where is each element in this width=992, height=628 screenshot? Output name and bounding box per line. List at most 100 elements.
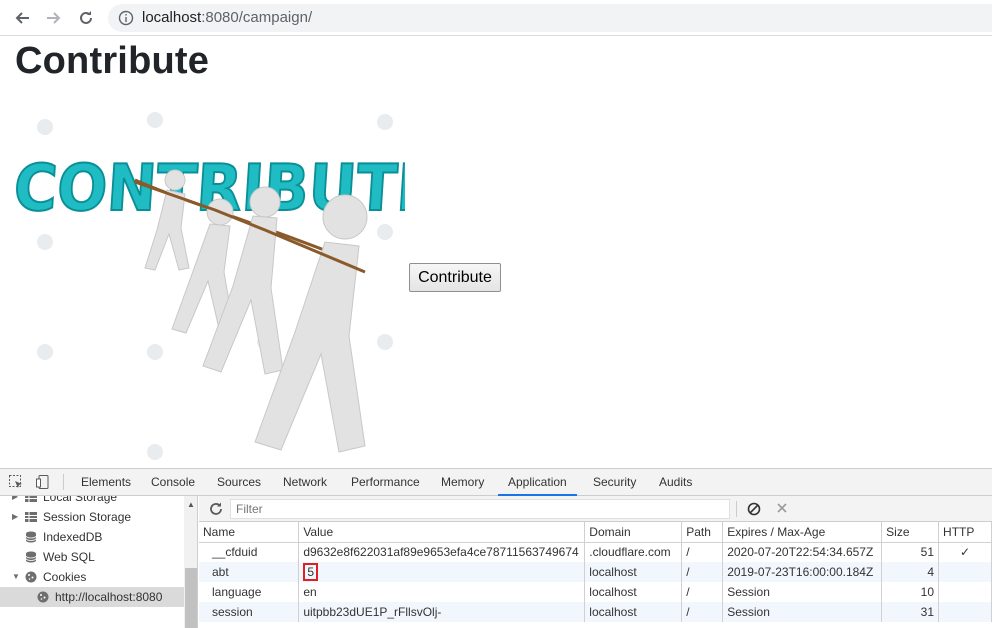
tab-console[interactable]: Console — [149, 469, 197, 496]
address-bar[interactable]: localhost:8080/campaign/ — [108, 4, 992, 32]
cookie-value: d9632e8f622031af89e9653efa4ce78711563749… — [298, 542, 586, 562]
toolbar-divider — [63, 474, 64, 490]
cookies-table: Name Value Domain Path Expires / Max-Age… — [199, 522, 992, 622]
inspect-element-icon[interactable] — [8, 474, 24, 490]
cookie-name: language — [199, 582, 300, 602]
back-button[interactable] — [10, 6, 34, 30]
sidebar-scrollbar[interactable]: ▲ — [184, 496, 197, 628]
sidebar-label: Web SQL — [43, 550, 95, 564]
sidebar-item-indexeddb[interactable]: IndexedDB — [0, 527, 184, 547]
tab-security[interactable]: Security — [591, 469, 638, 496]
cookies-panel: Name Value Domain Path Expires / Max-Age… — [199, 496, 992, 628]
column-header-value[interactable]: Value — [298, 522, 586, 543]
table-row[interactable]: __cfduid d9632e8f622031af89e9653efa4ce78… — [199, 542, 992, 562]
cookie-http: ✓ — [938, 542, 992, 562]
application-sidebar: ▶ Local Storage ▶ Session Storage Indexe… — [0, 496, 198, 628]
sidebar-label: http://localhost:8080 — [55, 590, 163, 604]
table-header-row: Name Value Domain Path Expires / Max-Age… — [199, 522, 992, 543]
device-toolbar-icon[interactable] — [35, 474, 51, 490]
url-path: :8080/campaign/ — [201, 9, 313, 26]
tab-sources[interactable]: Sources — [215, 469, 263, 496]
scroll-up-icon[interactable]: ▲ — [187, 500, 195, 509]
cookie-domain: .cloudflare.com — [584, 542, 683, 562]
table-row[interactable]: abt 5 localhost / 2019-07-23T16:00:00.18… — [199, 562, 992, 582]
refresh-icon[interactable] — [208, 501, 224, 517]
cookie-expires: 2020-07-20T22:54:34.657Z — [722, 542, 883, 562]
sidebar-label: Cookies — [43, 570, 87, 584]
browser-toolbar: localhost:8080/campaign/ — [0, 0, 992, 36]
cookie-size: 31 — [881, 602, 940, 622]
cookie-domain: localhost — [584, 562, 683, 582]
url-text[interactable]: localhost:8080/campaign/ — [142, 9, 312, 26]
cookies-toolbar — [199, 496, 992, 522]
arrow-left-icon — [15, 12, 29, 24]
cookie-size: 51 — [881, 542, 940, 562]
tab-network[interactable]: Network — [281, 469, 329, 496]
cookie-http — [938, 602, 992, 622]
table-row[interactable]: language en localhost / Session 10 — [199, 582, 992, 602]
forward-button[interactable] — [42, 6, 66, 30]
devtools-panel: Elements Console Sources Network Perform… — [0, 468, 992, 628]
sidebar-item-session-storage[interactable]: ▶ Session Storage — [0, 507, 184, 527]
sidebar-item-localhost-cookies[interactable]: http://localhost:8080 — [0, 587, 184, 607]
cookie-http — [938, 582, 992, 602]
cookie-name: abt — [199, 562, 300, 582]
table-row[interactable]: session uitpbb23dUE1P_rFllsvOlj- localho… — [199, 602, 992, 622]
highlighted-value: 5 — [303, 563, 318, 581]
cookie-value: 5 — [298, 562, 586, 582]
filter-input[interactable] — [230, 499, 730, 519]
cookie-icon — [37, 591, 49, 603]
column-header-name[interactable]: Name — [199, 522, 300, 543]
reload-button[interactable] — [74, 6, 98, 30]
cookie-path: / — [681, 602, 724, 622]
contribute-illustration: CONTRIBUTE — [15, 102, 405, 466]
reload-icon — [80, 11, 92, 24]
tab-elements[interactable]: Elements — [79, 469, 133, 496]
sidebar-item-local-storage[interactable]: ▶ Local Storage — [0, 496, 184, 507]
devtools-tabbar: Elements Console Sources Network Perform… — [0, 469, 992, 496]
cookie-size: 10 — [881, 582, 940, 602]
cookie-path: / — [681, 542, 724, 562]
sidebar-label: IndexedDB — [43, 530, 103, 544]
cookie-name: session — [199, 602, 300, 622]
storage-grid-icon — [25, 496, 37, 502]
storage-grid-icon — [25, 512, 37, 522]
column-header-expires[interactable]: Expires / Max-Age — [722, 522, 883, 543]
cookie-domain: localhost — [584, 602, 683, 622]
sidebar-item-web-sql[interactable]: Web SQL — [0, 547, 184, 567]
sidebar-label: Local Storage — [43, 496, 118, 504]
cookie-expires: Session — [722, 602, 883, 622]
delete-selected-icon[interactable] — [775, 501, 789, 515]
database-icon — [25, 551, 37, 563]
toolbar-divider — [736, 501, 737, 517]
column-header-domain[interactable]: Domain — [584, 522, 683, 543]
cookie-http — [938, 562, 992, 582]
cookie-name: __cfduid — [199, 542, 300, 562]
cookie-expires: Session — [722, 582, 883, 602]
expand-arrow-icon[interactable]: ▶ — [12, 496, 18, 507]
cookie-path: / — [681, 582, 724, 602]
cookie-icon — [25, 571, 37, 583]
info-icon[interactable] — [118, 10, 134, 26]
cookie-path: / — [681, 562, 724, 582]
clear-all-icon[interactable] — [747, 502, 761, 516]
page-title: Contribute — [15, 40, 210, 82]
tab-performance[interactable]: Performance — [349, 469, 422, 496]
column-header-path[interactable]: Path — [681, 522, 724, 543]
url-host: localhost — [142, 9, 202, 26]
sidebar-item-cookies[interactable]: ▼ Cookies — [0, 567, 184, 587]
scrollbar-thumb[interactable] — [185, 568, 197, 628]
contribute-button[interactable]: Contribute — [409, 263, 501, 292]
cookie-size: 4 — [881, 562, 940, 582]
expand-arrow-icon[interactable]: ▶ — [12, 507, 18, 527]
column-header-size[interactable]: Size — [881, 522, 940, 543]
collapse-arrow-icon[interactable]: ▼ — [12, 567, 20, 587]
sidebar-label: Session Storage — [43, 510, 132, 524]
arrow-right-icon — [47, 12, 61, 24]
tab-memory[interactable]: Memory — [439, 469, 486, 496]
database-icon — [25, 531, 37, 543]
column-header-http[interactable]: HTTP — [938, 522, 992, 543]
cookie-value: en — [298, 582, 586, 602]
tab-audits[interactable]: Audits — [657, 469, 694, 496]
tab-application[interactable]: Application — [498, 469, 577, 496]
